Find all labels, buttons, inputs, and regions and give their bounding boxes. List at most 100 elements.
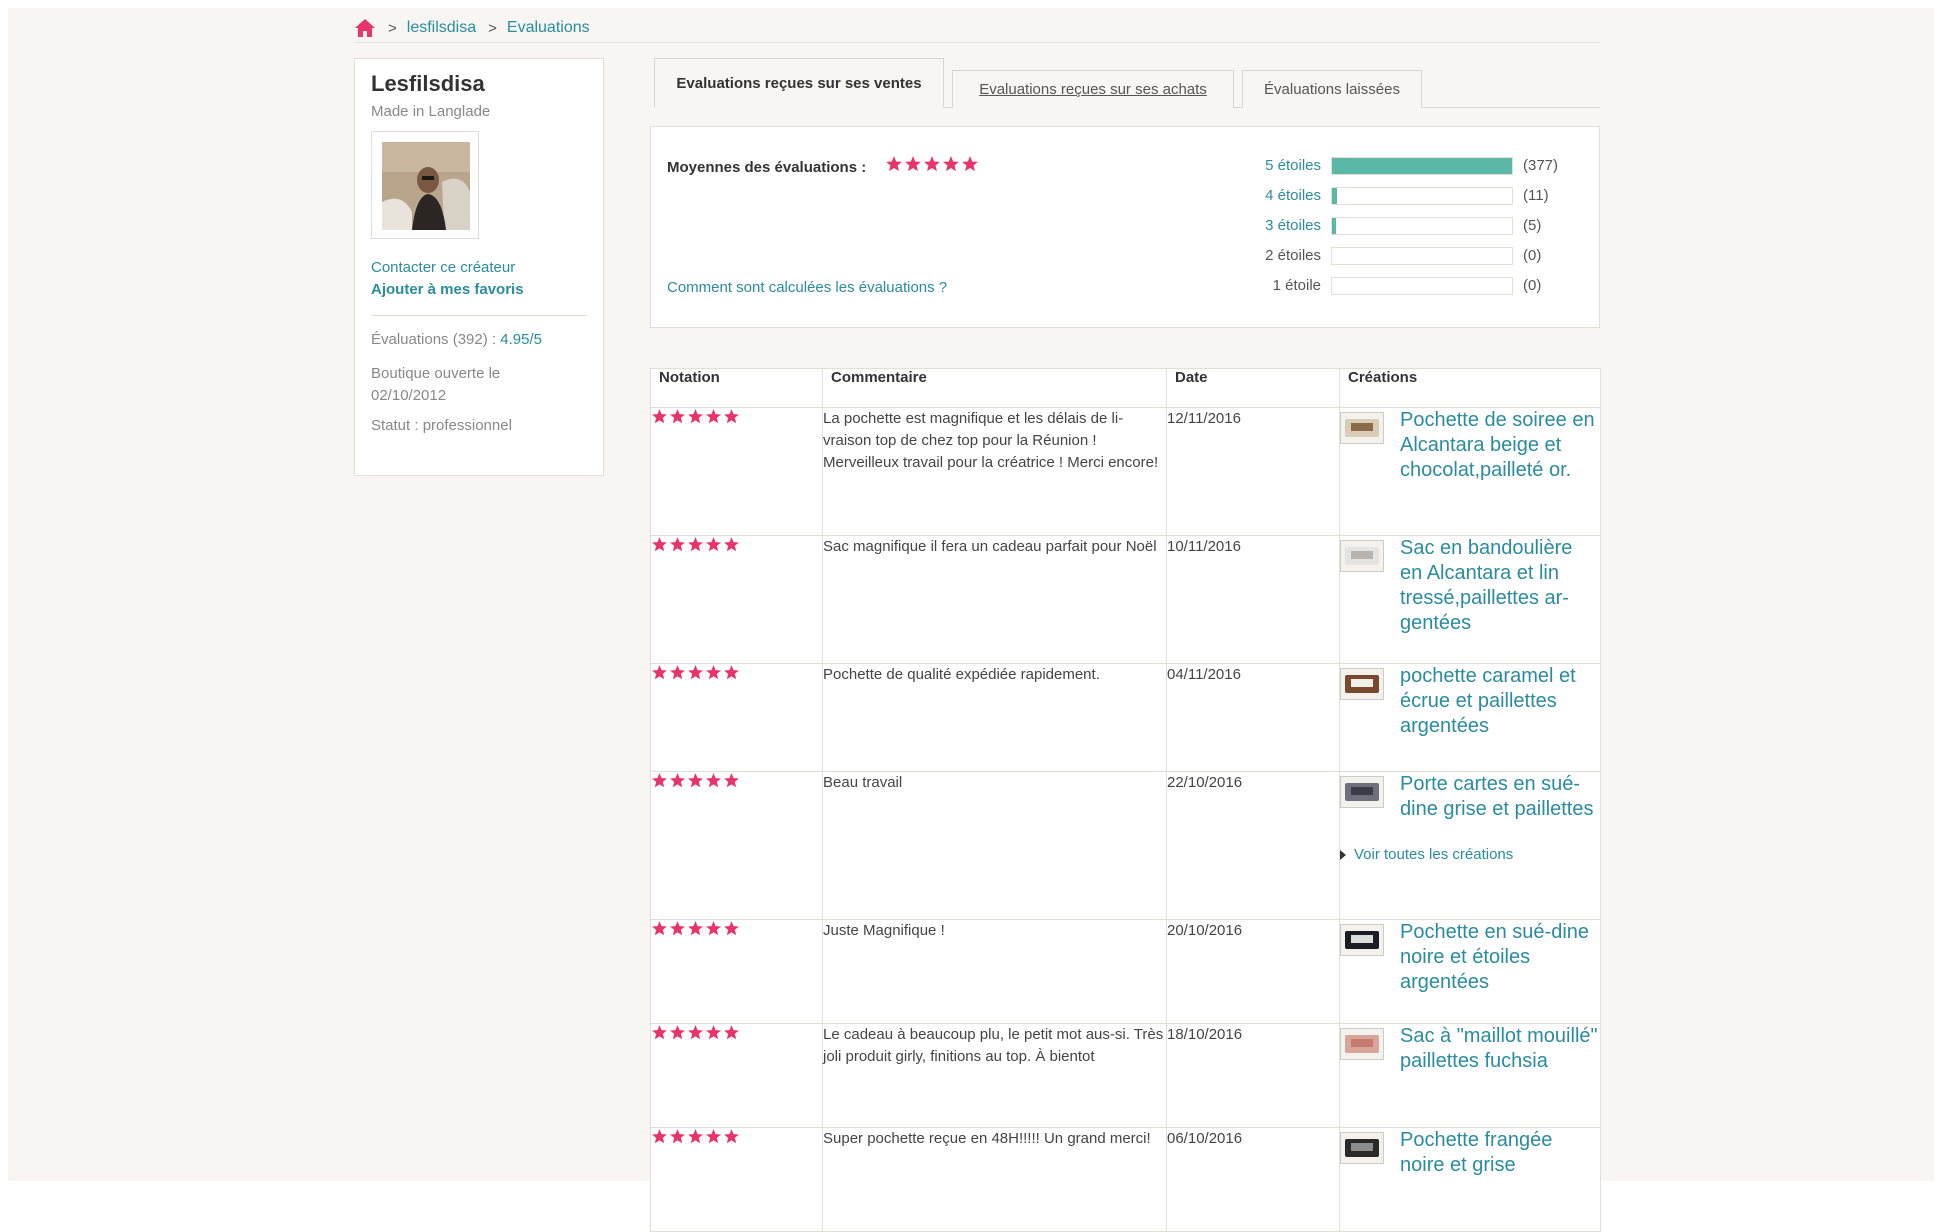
table-row: Super pochette reçue en 48H!!!!! Un gran… xyxy=(650,1127,1601,1232)
star-icon xyxy=(723,1128,740,1152)
header-date: Date xyxy=(1166,368,1340,408)
creation-cell: Pochette en sué-dine noire et étoiles ar… xyxy=(1339,919,1601,1024)
creation-thumbnail[interactable] xyxy=(1340,776,1384,808)
ratings-summary: Évaluations (392) : 4.95/5 xyxy=(371,329,542,351)
star-icon xyxy=(687,664,704,688)
tab-left-evaluations[interactable]: Évaluations laissées xyxy=(1242,70,1422,108)
star-icon xyxy=(723,1024,740,1048)
creation-item: Porte cartes en sué-dine grise et paille… xyxy=(1340,772,1600,822)
tab-purchase-evaluations[interactable]: Evaluations reçues sur ses achats xyxy=(952,70,1234,108)
shop-location: Made in Langlade xyxy=(371,103,491,120)
star-icon xyxy=(923,155,941,178)
breadcrumb: > lesfilsdisa > Evaluations xyxy=(354,16,590,40)
creation-cell: Sac à "maillot mouillé" paillettes fuchs… xyxy=(1339,1023,1601,1128)
star-icon xyxy=(705,664,722,688)
rating-cell xyxy=(650,919,823,1024)
star-icon xyxy=(961,155,979,178)
rating-cell xyxy=(650,1023,823,1128)
tab-sales-evaluations[interactable]: Evaluations reçues sur ses ventes xyxy=(654,58,944,108)
average-stars xyxy=(885,155,980,178)
creation-cell: pochette caramel et écrue et paillettes … xyxy=(1339,663,1601,772)
reviews-body: La pochette est magnifique et les délais… xyxy=(650,407,1601,1232)
rating-cell xyxy=(650,407,823,536)
distribution-count: (0) xyxy=(1523,277,1542,294)
comment-cell: Super pochette reçue en 48H!!!!! Un gran… xyxy=(822,1127,1167,1232)
distribution-label: 1 étoile xyxy=(1272,277,1321,294)
creation-cell: Porte cartes en sué-dine grise et paille… xyxy=(1339,771,1601,920)
star-icon xyxy=(723,920,740,944)
breadcrumb-separator: > xyxy=(488,19,497,37)
tab-label: Évaluations laissées xyxy=(1264,81,1400,98)
creation-cell: Sac en bandoulière en Alcantara et lin t… xyxy=(1339,535,1601,664)
header-rating: Notation xyxy=(650,368,823,408)
star-icon xyxy=(885,155,903,178)
star-icon xyxy=(705,920,722,944)
date-cell: 04/11/2016 xyxy=(1166,663,1340,772)
distribution-row: 4 étoiles (11) xyxy=(1171,185,1571,207)
date-cell: 22/10/2016 xyxy=(1166,771,1340,920)
distribution-bar xyxy=(1331,277,1513,295)
creation-item: Sac à "maillot mouillé" paillettes fuchs… xyxy=(1340,1024,1600,1074)
creation-title-link[interactable]: Pochette de soiree en Alcantara beige et… xyxy=(1400,408,1600,483)
shop-status: Statut : professionnel xyxy=(371,417,512,434)
rating-cell xyxy=(650,771,823,920)
star-icon xyxy=(723,772,740,796)
distribution-label[interactable]: 4 étoiles xyxy=(1265,187,1321,204)
tab-label: Evaluations reçues sur ses achats xyxy=(979,81,1207,98)
creation-thumbnail[interactable] xyxy=(1340,924,1384,956)
distribution-label[interactable]: 3 étoiles xyxy=(1265,217,1321,234)
see-all-creations-link[interactable]: Voir toutes les créations xyxy=(1340,844,1600,866)
calculation-info-link[interactable]: Comment sont calculées les évaluations ? xyxy=(667,279,947,296)
creation-title-link[interactable]: Sac à "maillot mouillé" paillettes fuchs… xyxy=(1400,1024,1600,1074)
avatar[interactable] xyxy=(371,131,479,239)
date-cell: 12/11/2016 xyxy=(1166,407,1340,536)
star-icon xyxy=(651,920,668,944)
star-icon xyxy=(669,1024,686,1048)
distribution-row: 1 étoile (0) xyxy=(1171,275,1571,297)
creation-thumbnail[interactable] xyxy=(1340,540,1384,572)
creation-title-link[interactable]: Pochette en sué-dine noire et étoiles ar… xyxy=(1400,920,1600,995)
date-cell: 18/10/2016 xyxy=(1166,1023,1340,1128)
rating-cell xyxy=(650,1127,823,1232)
star-icon xyxy=(687,920,704,944)
reviews-table: Notation Commentaire Date Créations La p… xyxy=(650,368,1601,1232)
distribution-row: 5 étoiles (377) xyxy=(1171,155,1571,177)
creation-thumbnail[interactable] xyxy=(1340,668,1384,700)
creation-title-link[interactable]: pochette caramel et écrue et paillettes … xyxy=(1400,664,1600,739)
distribution-row: 2 étoiles (0) xyxy=(1171,245,1571,267)
distribution-count: (0) xyxy=(1523,247,1542,264)
home-icon[interactable] xyxy=(354,18,376,38)
page-content: > lesfilsdisa > Evaluations Lesfilsdisa … xyxy=(354,8,1601,1232)
creation-title-link[interactable]: Porte cartes en sué-dine grise et paille… xyxy=(1400,772,1600,822)
comment-cell: Pochette de qualité expédiée rapidement. xyxy=(822,663,1167,772)
creation-cell: Pochette frangée noire et grise xyxy=(1339,1127,1601,1232)
profile-card: Lesfilsdisa Made in Langlade Contacter c… xyxy=(354,58,604,476)
date-cell: 06/10/2016 xyxy=(1166,1127,1340,1232)
creation-thumbnail[interactable] xyxy=(1340,1028,1384,1060)
distribution-bar xyxy=(1331,187,1513,205)
star-icon xyxy=(723,664,740,688)
add-favorite-link[interactable]: Ajouter à mes favoris xyxy=(371,281,524,298)
creation-title-link[interactable]: Pochette frangée noire et grise xyxy=(1400,1128,1600,1178)
shop-opened-date: 02/10/2012 xyxy=(371,387,447,404)
shop-name: Lesfilsdisa xyxy=(371,71,485,96)
breadcrumb-shop-link[interactable]: lesfilsdisa xyxy=(407,19,476,37)
creation-thumbnail[interactable] xyxy=(1340,412,1384,444)
distribution-label[interactable]: 5 étoiles xyxy=(1265,157,1321,174)
star-icon xyxy=(669,408,686,432)
distribution-row: 3 étoiles (5) xyxy=(1171,215,1571,237)
distribution-bar-fill xyxy=(1332,218,1336,234)
creation-title-link[interactable]: Sac en bandoulière en Alcantara et lin t… xyxy=(1400,536,1600,636)
table-row: La pochette est magnifique et les délais… xyxy=(650,407,1601,536)
creation-thumbnail[interactable] xyxy=(1340,1132,1384,1164)
contact-creator-link[interactable]: Contacter ce créateur xyxy=(371,259,515,276)
caret-right-icon xyxy=(1340,850,1346,860)
star-icon xyxy=(687,536,704,560)
creation-item: Pochette de soiree en Alcantara beige et… xyxy=(1340,408,1600,483)
header-creations: Créations xyxy=(1339,368,1601,408)
table-row: Juste Magnifique ! 20/10/2016 Pochette en … xyxy=(650,919,1601,1024)
star-icon xyxy=(651,408,668,432)
breadcrumb-evaluations-link[interactable]: Evaluations xyxy=(507,19,590,37)
star-icon xyxy=(669,536,686,560)
distribution-bar xyxy=(1331,217,1513,235)
